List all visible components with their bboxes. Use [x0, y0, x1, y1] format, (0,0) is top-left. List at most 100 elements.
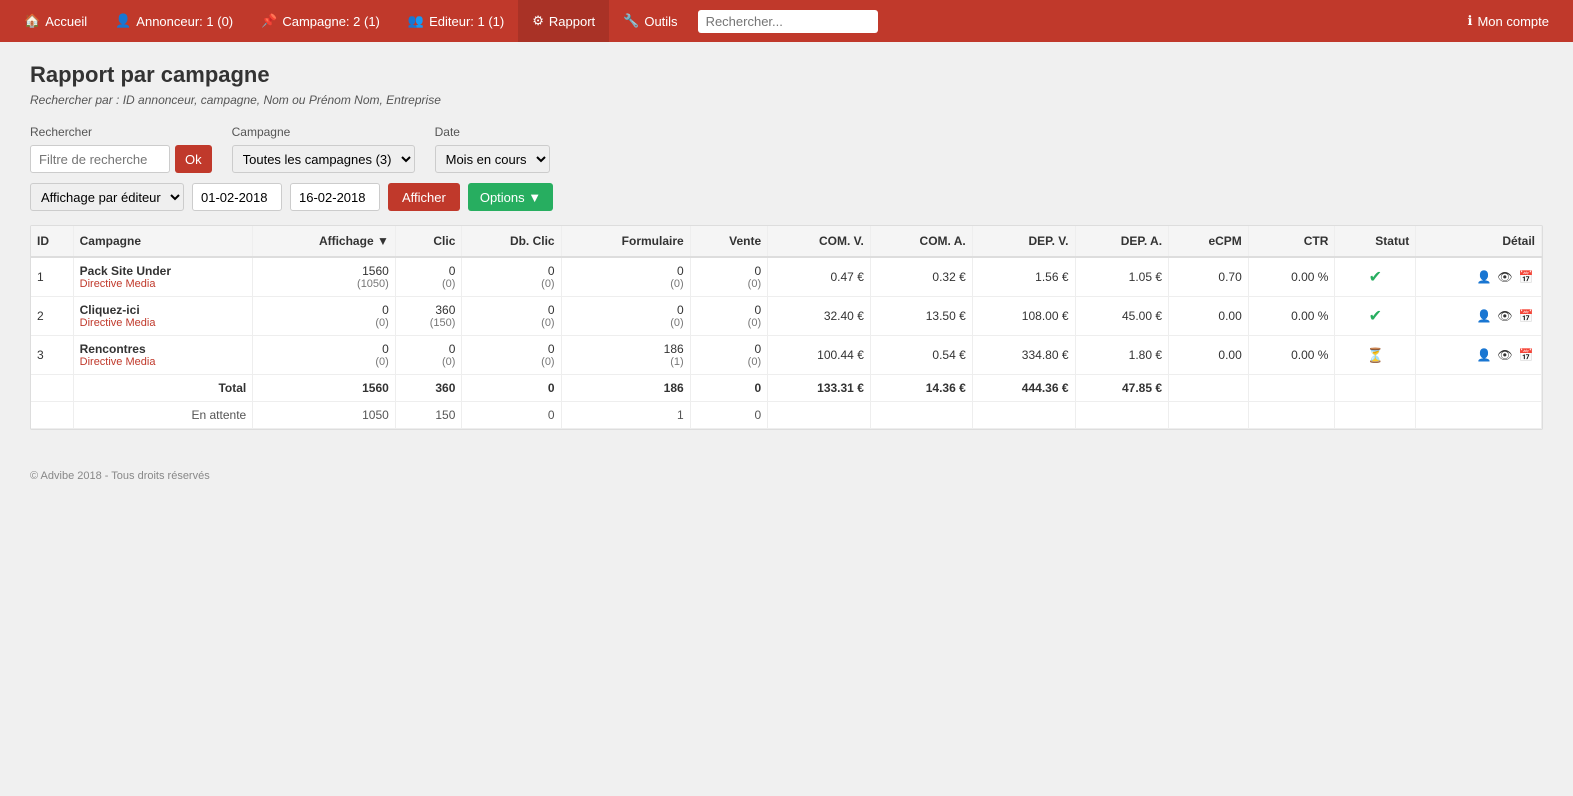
afficher-button[interactable]: Afficher [388, 183, 460, 211]
status-check-icon: ✔ [1369, 269, 1382, 286]
dbclic-main: 0 [468, 342, 554, 356]
second-row: Affichage par éditeur Afficher Options ▼ [30, 183, 1543, 211]
col-formulaire: Formulaire [561, 226, 690, 257]
col-id: ID [31, 226, 73, 257]
detail-calendar-icon[interactable]: 📅 [1517, 307, 1535, 325]
nav-rapport[interactable]: ⚙ Rapport [518, 0, 609, 42]
campaign-select[interactable]: Toutes les campagnes (3) [232, 145, 415, 173]
status-pending-icon: ⏳ [1367, 347, 1384, 363]
ea-affichage: 1050 [253, 402, 396, 429]
cell-id: 3 [31, 336, 73, 375]
detail-calendar-icon[interactable]: 📅 [1517, 346, 1535, 364]
date-from-input[interactable] [192, 183, 282, 211]
campaign-name: Pack Site Under [80, 264, 247, 278]
display-select[interactable]: Affichage par éditeur [30, 183, 184, 211]
nav-campagne[interactable]: 📌 Campagne: 2 (1) [247, 0, 394, 42]
search-filter-group: Rechercher Ok [30, 125, 212, 173]
table-row: 1 Pack Site Under Directive Media 1560 (… [31, 257, 1542, 297]
detail-view-icon[interactable]: 👁 [1496, 307, 1514, 325]
affichage-sub: (0) [259, 356, 389, 368]
search-input[interactable] [698, 10, 878, 33]
detail-view-icon[interactable]: 👁 [1496, 346, 1514, 364]
col-campaign: Campagne [73, 226, 253, 257]
cell-db-clic: 0 (0) [462, 297, 561, 336]
ea-ecpm [1169, 402, 1249, 429]
page-content: Rapport par campagne Rechercher par : ID… [0, 42, 1573, 796]
cell-ctr: 0.00 % [1248, 257, 1335, 297]
options-button[interactable]: Options ▼ [468, 183, 553, 211]
vente-main: 0 [697, 303, 761, 317]
cell-clic: 360 (150) [395, 297, 462, 336]
cell-com-a: 0.54 € [870, 336, 972, 375]
detail-view-icon[interactable]: 👁 [1496, 268, 1514, 286]
ea-label: En attente [73, 402, 253, 429]
cell-detail: 👤 👁 📅 [1416, 257, 1542, 297]
nav-accueil[interactable]: 🏠 Accueil [10, 0, 101, 42]
search-input-filter[interactable] [30, 145, 170, 173]
cell-campaign: Cliquez-ici Directive Media [73, 297, 253, 336]
action-icons: 👤 👁 📅 [1422, 307, 1535, 325]
vente-main: 0 [697, 264, 761, 278]
date-select[interactable]: Mois en cours [435, 145, 550, 173]
detail-user-icon[interactable]: 👤 [1475, 307, 1493, 325]
clic-sub: (150) [402, 317, 456, 329]
affichage-main: 1560 [259, 264, 389, 278]
cell-statut: ✔ [1335, 297, 1416, 336]
campaign-media-link[interactable]: Directive Media [80, 356, 247, 368]
search-label: Rechercher [30, 125, 212, 139]
info-icon: ℹ [1468, 13, 1473, 29]
total-statut [1335, 375, 1416, 402]
campaign-label: Campagne [232, 125, 415, 139]
detail-user-icon[interactable]: 👤 [1475, 346, 1493, 364]
clic-main: 0 [402, 342, 456, 356]
cell-vente: 0 (0) [690, 336, 767, 375]
wrench-icon: 🔧 [623, 13, 639, 29]
campaign-name: Rencontres [80, 342, 247, 356]
campaign-media-link[interactable]: Directive Media [80, 317, 247, 329]
report-table-wrapper: ID Campagne Affichage ▼ Clic Db. Clic Fo… [30, 225, 1543, 430]
cell-ecpm: 0.00 [1169, 297, 1249, 336]
date-inline: Mois en cours [435, 145, 550, 173]
filters-row: Rechercher Ok Campagne Toutes les campag… [30, 125, 1543, 173]
dbclic-sub: (0) [468, 278, 554, 290]
nav-annonceur[interactable]: 👤 Annonceur: 1 (0) [101, 0, 247, 42]
navbar: 🏠 Accueil 👤 Annonceur: 1 (0) 📌 Campagne:… [0, 0, 1573, 42]
gear-icon: ⚙ [532, 13, 544, 29]
col-clic: Clic [395, 226, 462, 257]
cell-statut: ✔ [1335, 257, 1416, 297]
group-icon: 👥 [408, 13, 424, 29]
col-com-a: COM. A. [870, 226, 972, 257]
cell-affichage: 1560 (1050) [253, 257, 396, 297]
cell-detail: 👤 👁 📅 [1416, 297, 1542, 336]
account-menu[interactable]: ℹ Mon compte [1454, 0, 1564, 42]
col-ctr: CTR [1248, 226, 1335, 257]
detail-user-icon[interactable]: 👤 [1475, 268, 1493, 286]
detail-calendar-icon[interactable]: 📅 [1517, 268, 1535, 286]
page-subtitle: Rechercher par : ID annonceur, campagne,… [30, 93, 1543, 107]
search-inline: Ok [30, 145, 212, 173]
ea-statut [1335, 402, 1416, 429]
date-to-input[interactable] [290, 183, 380, 211]
action-icons: 👤 👁 📅 [1422, 346, 1535, 364]
cell-db-clic: 0 (0) [462, 336, 561, 375]
affichage-main: 0 [259, 342, 389, 356]
formulaire-sub: (0) [568, 278, 684, 290]
nav-outils[interactable]: 🔧 Outils [609, 0, 691, 42]
campaign-inline: Toutes les campagnes (3) [232, 145, 415, 173]
formulaire-sub: (1) [568, 356, 684, 368]
total-detail [1416, 375, 1542, 402]
footer-text: © Advibe 2018 - Tous droits réservés [30, 470, 1543, 482]
nav-editeur[interactable]: 👥 Editeur: 1 (1) [394, 0, 518, 42]
user-icon: 👤 [115, 13, 131, 29]
col-db-clic: Db. Clic [462, 226, 561, 257]
cell-ecpm: 0.70 [1169, 257, 1249, 297]
ea-ctr [1248, 402, 1335, 429]
cell-com-v: 100.44 € [768, 336, 871, 375]
ok-button[interactable]: Ok [175, 145, 212, 173]
cell-formulaire: 0 (0) [561, 257, 690, 297]
cell-com-a: 0.32 € [870, 257, 972, 297]
home-icon: 🏠 [24, 13, 40, 29]
vente-sub: (0) [697, 317, 761, 329]
formulaire-main: 186 [568, 342, 684, 356]
campaign-media-link[interactable]: Directive Media [80, 278, 247, 290]
